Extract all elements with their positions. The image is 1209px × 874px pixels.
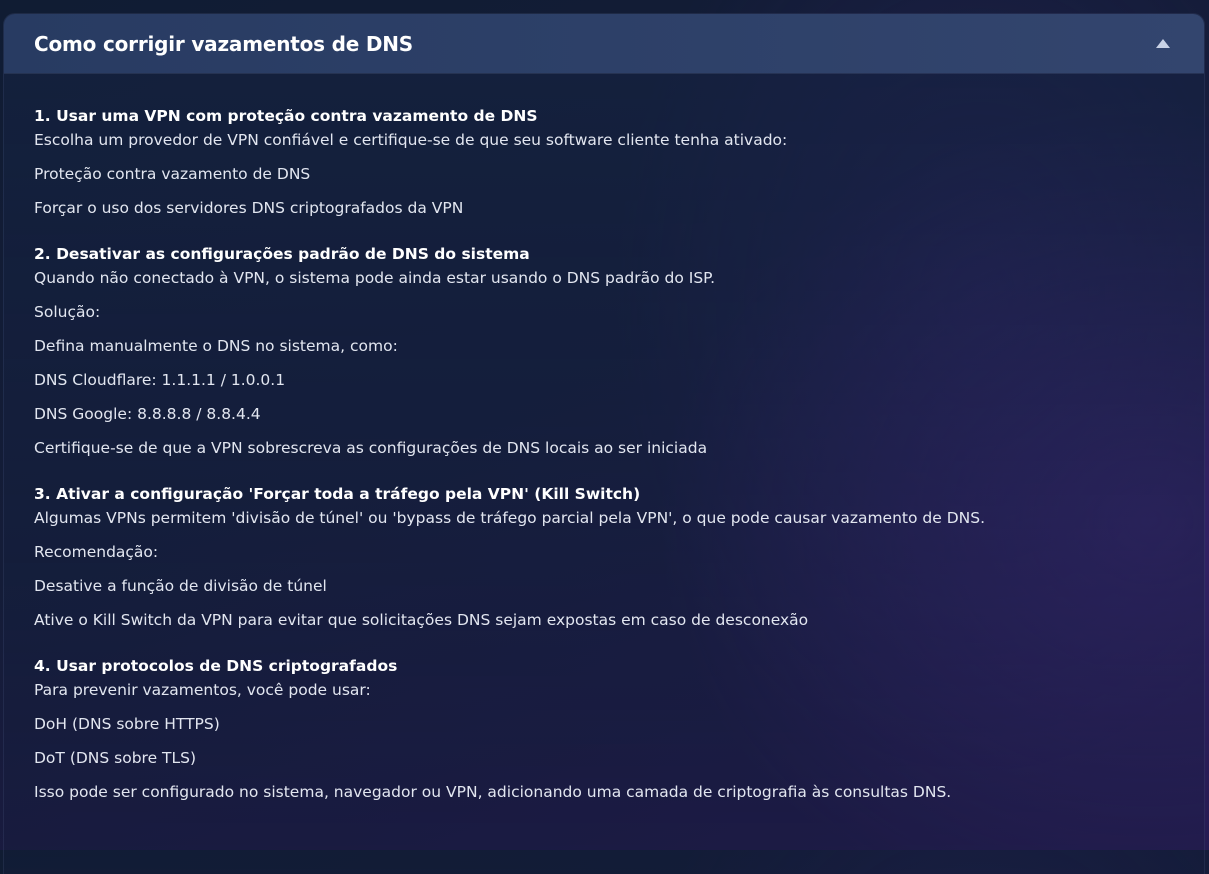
section-system-dns: 2. Desativar as configurações padrão de … — [34, 244, 1174, 458]
list-item: Ative o Kill Switch da VPN para evitar q… — [34, 611, 809, 629]
dns-fix-accordion: Como corrigir vazamentos de DNS 1. Usar … — [3, 13, 1205, 874]
section-encrypted-dns: 4. Usar protocolos de DNS criptografados… — [34, 656, 1174, 802]
section-text: Quando não conectado à VPN, o sistema po… — [34, 269, 716, 287]
list-item: DoH (DNS sobre HTTPS) — [34, 715, 220, 733]
list-item: Recomendação: — [34, 543, 159, 561]
section-text: Escolha um provedor de VPN confiável e c… — [34, 131, 788, 149]
list-item: Certifique-se de que a VPN sobrescreva a… — [34, 439, 708, 457]
list-item: Proteção contra vazamento de DNS — [34, 165, 311, 183]
list-item: Forçar o uso dos servidores DNS criptogr… — [34, 199, 464, 217]
list-item: DNS Google: 8.8.8.8 / 8.8.4.4 — [34, 405, 261, 423]
section-text: Para prevenir vazamentos, você pode usar… — [34, 681, 371, 699]
chevron-up-icon[interactable] — [1156, 39, 1170, 48]
section-text: Algumas VPNs permitem 'divisão de túnel'… — [34, 509, 986, 527]
section-title: 2. Desativar as configurações padrão de … — [34, 245, 530, 263]
list-item: Solução: — [34, 303, 101, 321]
section-vpn-leak-protection: 1. Usar uma VPN com proteção contra vaza… — [34, 106, 1174, 218]
list-item: Defina manualmente o DNS no sistema, com… — [34, 337, 398, 355]
list-item: Isso pode ser configurado no sistema, na… — [34, 783, 952, 801]
section-title: 4. Usar protocolos de DNS criptografados — [34, 657, 398, 675]
accordion-header[interactable]: Como corrigir vazamentos de DNS — [4, 14, 1204, 73]
accordion-title: Como corrigir vazamentos de DNS — [34, 31, 414, 56]
list-item: DNS Cloudflare: 1.1.1.1 / 1.0.0.1 — [34, 371, 286, 389]
accordion-body: 1. Usar uma VPN com proteção contra vaza… — [4, 73, 1204, 802]
list-item: Desative a função de divisão de túnel — [34, 577, 327, 595]
section-title: 3. Ativar a configuração 'Forçar toda a … — [34, 485, 641, 503]
section-kill-switch: 3. Ativar a configuração 'Forçar toda a … — [34, 484, 1174, 630]
list-item: DoT (DNS sobre TLS) — [34, 749, 197, 767]
section-title: 1. Usar uma VPN com proteção contra vaza… — [34, 107, 538, 125]
